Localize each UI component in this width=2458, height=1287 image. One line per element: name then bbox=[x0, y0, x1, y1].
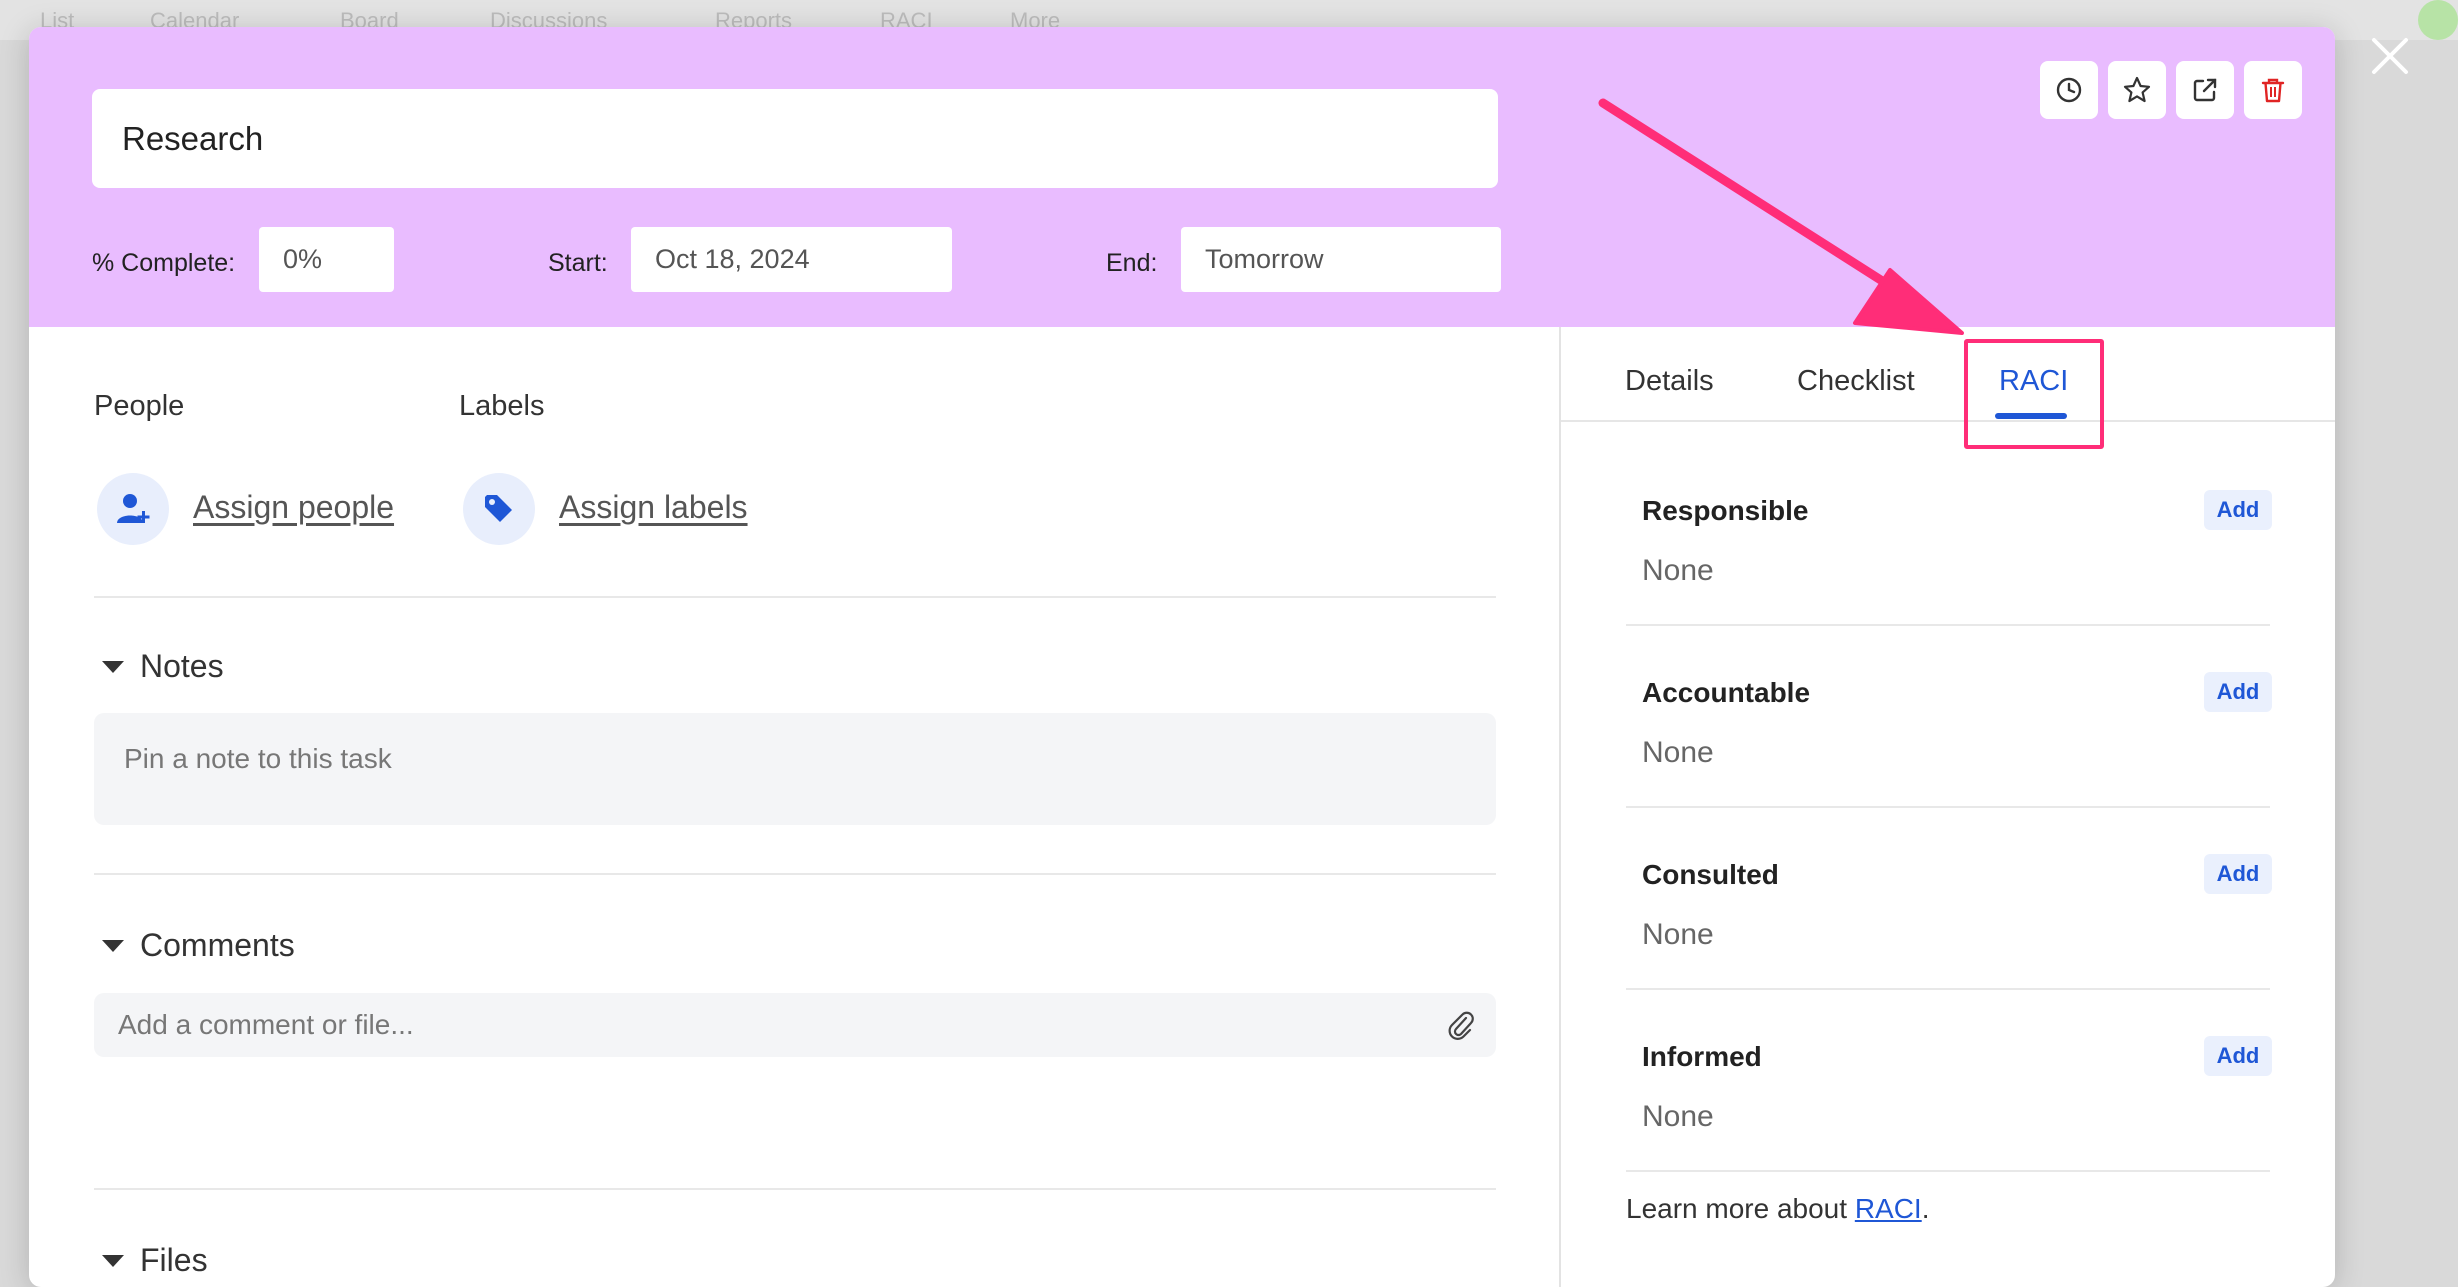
trash-icon bbox=[2261, 78, 2285, 103]
start-date-field[interactable]: Oct 18, 2024 bbox=[631, 227, 952, 292]
caret-down-icon bbox=[102, 1254, 124, 1267]
assign-labels-icon-button[interactable] bbox=[463, 473, 535, 545]
raci-responsible-value: None bbox=[1642, 554, 1714, 587]
divider bbox=[1626, 806, 2270, 808]
add-responsible-button[interactable]: Add bbox=[2204, 490, 2272, 530]
assign-people-icon-button[interactable] bbox=[97, 473, 169, 545]
notes-toggle[interactable]: Notes bbox=[102, 648, 224, 685]
learn-more-prefix: Learn more about bbox=[1626, 1193, 1855, 1224]
star-icon bbox=[2123, 76, 2151, 103]
divider bbox=[94, 873, 1496, 875]
raci-accountable-title: Accountable bbox=[1642, 677, 1811, 708]
tab-details[interactable]: Details bbox=[1625, 365, 1714, 398]
background-avatar bbox=[2418, 0, 2458, 40]
labels-heading: Labels bbox=[459, 390, 545, 422]
raci-accountable-value: None bbox=[1642, 736, 1714, 769]
add-consulted-button[interactable]: Add bbox=[2204, 854, 2272, 894]
learn-more-suffix: . bbox=[1921, 1193, 1930, 1224]
annotation-highlight-box bbox=[1964, 339, 2104, 449]
close-modal-button[interactable] bbox=[2360, 26, 2420, 86]
divider bbox=[94, 1188, 1496, 1190]
notes-heading: Notes bbox=[140, 648, 224, 684]
tabs-divider bbox=[1561, 420, 2335, 422]
divider bbox=[94, 596, 1496, 598]
divider bbox=[1626, 1170, 2270, 1172]
tab-checklist[interactable]: Checklist bbox=[1797, 365, 1915, 398]
task-header: % Complete: 0% Start: Oct 18, 2024 End: … bbox=[29, 27, 2335, 327]
open-external-button[interactable] bbox=[2176, 61, 2234, 119]
percent-complete-label: % Complete: bbox=[92, 249, 236, 277]
caret-down-icon bbox=[102, 939, 124, 952]
people-heading: People bbox=[94, 390, 185, 422]
comments-heading: Comments bbox=[140, 927, 295, 963]
raci-informed-title: Informed bbox=[1642, 1041, 1762, 1072]
close-icon bbox=[2372, 38, 2408, 74]
start-label: Start: bbox=[548, 249, 608, 277]
end-date-field[interactable]: Tomorrow bbox=[1181, 227, 1501, 292]
caret-down-icon bbox=[102, 660, 124, 673]
favorite-button[interactable] bbox=[2108, 61, 2166, 119]
delete-button[interactable] bbox=[2244, 61, 2302, 119]
learn-more-text: Learn more about RACI. bbox=[1626, 1193, 1930, 1225]
assign-people-link[interactable]: Assign people bbox=[193, 489, 394, 526]
assign-labels-link[interactable]: Assign labels bbox=[559, 489, 748, 526]
comments-toggle[interactable]: Comments bbox=[102, 927, 295, 964]
raci-informed-value: None bbox=[1642, 1100, 1714, 1133]
files-heading: Files bbox=[140, 1242, 208, 1278]
files-toggle[interactable]: Files bbox=[102, 1242, 208, 1279]
paperclip-icon[interactable] bbox=[1446, 1009, 1476, 1041]
divider bbox=[1626, 624, 2270, 626]
divider bbox=[1626, 988, 2270, 990]
comment-input[interactable]: Add a comment or file... bbox=[94, 993, 1496, 1057]
notes-input[interactable]: Pin a note to this task bbox=[94, 713, 1496, 825]
panel-divider bbox=[1559, 327, 1561, 1287]
raci-consulted-title: Consulted bbox=[1642, 859, 1779, 890]
tag-icon bbox=[485, 495, 512, 522]
raci-responsible-title: Responsible bbox=[1642, 495, 1809, 526]
raci-help-link[interactable]: RACI bbox=[1855, 1193, 1922, 1224]
add-person-icon bbox=[117, 494, 150, 523]
add-informed-button[interactable]: Add bbox=[2204, 1036, 2272, 1076]
comment-placeholder: Add a comment or file... bbox=[118, 1009, 414, 1040]
task-modal: % Complete: 0% Start: Oct 18, 2024 End: … bbox=[29, 27, 2335, 1287]
add-accountable-button[interactable]: Add bbox=[2204, 672, 2272, 712]
external-link-icon bbox=[2193, 78, 2217, 102]
end-label: End: bbox=[1106, 249, 1158, 277]
clock-icon bbox=[2056, 77, 2082, 103]
percent-complete-field[interactable]: 0% bbox=[259, 227, 394, 292]
raci-consulted-value: None bbox=[1642, 918, 1714, 951]
history-button[interactable] bbox=[2040, 61, 2098, 119]
task-title-input[interactable] bbox=[92, 89, 1498, 188]
